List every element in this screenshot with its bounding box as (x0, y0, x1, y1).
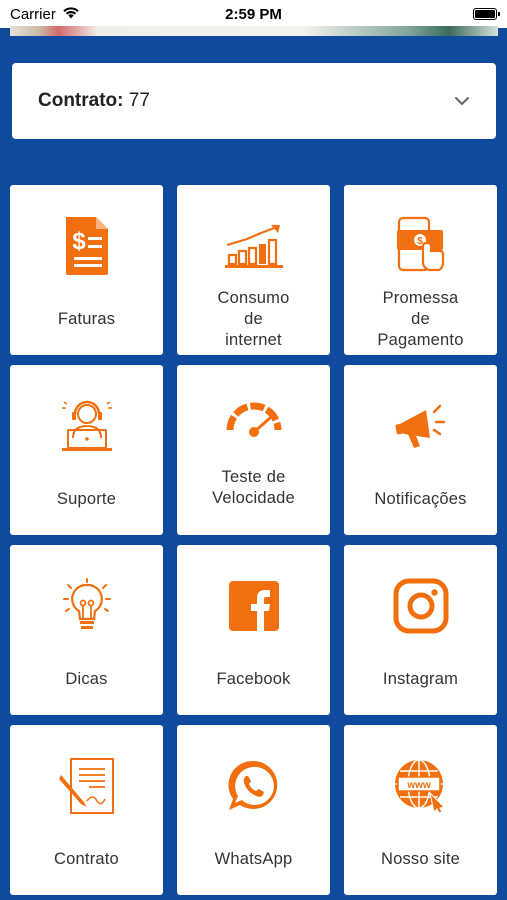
tile-label: Teste de Velocidade (212, 468, 295, 507)
tile-whatsapp[interactable]: WhatsApp (177, 725, 330, 895)
tile-faturas[interactable]: $ Faturas (10, 185, 163, 355)
megaphone-icon (344, 391, 497, 461)
tile-label: Facebook (216, 670, 291, 688)
tile-label: Instagram (382, 670, 459, 688)
tile-label: Consumo de internet (217, 289, 290, 349)
banner-image (10, 26, 498, 36)
contract-text: Contrato: 77 (38, 90, 150, 112)
tile-label: Suporte (56, 490, 117, 508)
tile-contrato[interactable]: Contrato (10, 725, 163, 895)
tile-nosso-site[interactable]: www Nosso site (344, 725, 497, 895)
invoice-icon: $ (10, 211, 163, 281)
tile-label: WhatsApp (214, 850, 293, 868)
svg-text:www: www (406, 780, 431, 791)
tile-promessa-pagamento[interactable]: $ Promessa de Pagamento (344, 185, 497, 355)
contract-value: 77 (128, 90, 150, 111)
contract-document-icon (10, 751, 163, 821)
instagram-icon (344, 571, 497, 641)
tile-instagram[interactable]: Instagram (344, 545, 497, 715)
status-left: Carrier (10, 6, 80, 23)
wifi-icon (62, 6, 80, 23)
whatsapp-icon (177, 751, 330, 821)
chevron-down-icon[interactable] (454, 96, 470, 106)
tile-label: Promessa de Pagamento (377, 289, 464, 349)
carrier-name: Carrier (10, 5, 56, 23)
tile-notificacoes[interactable]: Notificações (344, 365, 497, 535)
battery-icon (473, 8, 500, 20)
tile-label: Dicas (65, 670, 108, 688)
svg-text:$: $ (72, 228, 86, 255)
tile-label: Contrato (54, 850, 119, 868)
facebook-icon (177, 571, 330, 641)
bar-chart-icon (177, 211, 330, 281)
contract-selector[interactable]: Contrato: 77 (12, 63, 496, 139)
status-bar: Carrier 2:59 PM (0, 0, 507, 28)
contract-label: Contrato: (38, 90, 124, 111)
speedometer-icon (177, 391, 330, 461)
website-globe-icon: www (344, 751, 497, 821)
app-screen: Carrier 2:59 PM Contrato: 77 $ Faturas C… (0, 0, 507, 900)
payment-phone-icon: $ (344, 211, 497, 281)
tile-dicas[interactable]: Dicas (10, 545, 163, 715)
lightbulb-icon (10, 571, 163, 641)
menu-grid: $ Faturas Consumo de internet $ Promessa… (10, 185, 497, 895)
tile-consumo-internet[interactable]: Consumo de internet (177, 185, 330, 355)
tile-suporte[interactable]: Suporte (10, 365, 163, 535)
tile-label: Faturas (57, 310, 116, 328)
support-agent-icon (10, 391, 163, 461)
tile-label: Nosso site (380, 850, 461, 868)
tile-teste-velocidade[interactable]: Teste de Velocidade (177, 365, 330, 535)
tile-facebook[interactable]: Facebook (177, 545, 330, 715)
tile-label: Notificações (374, 490, 467, 508)
